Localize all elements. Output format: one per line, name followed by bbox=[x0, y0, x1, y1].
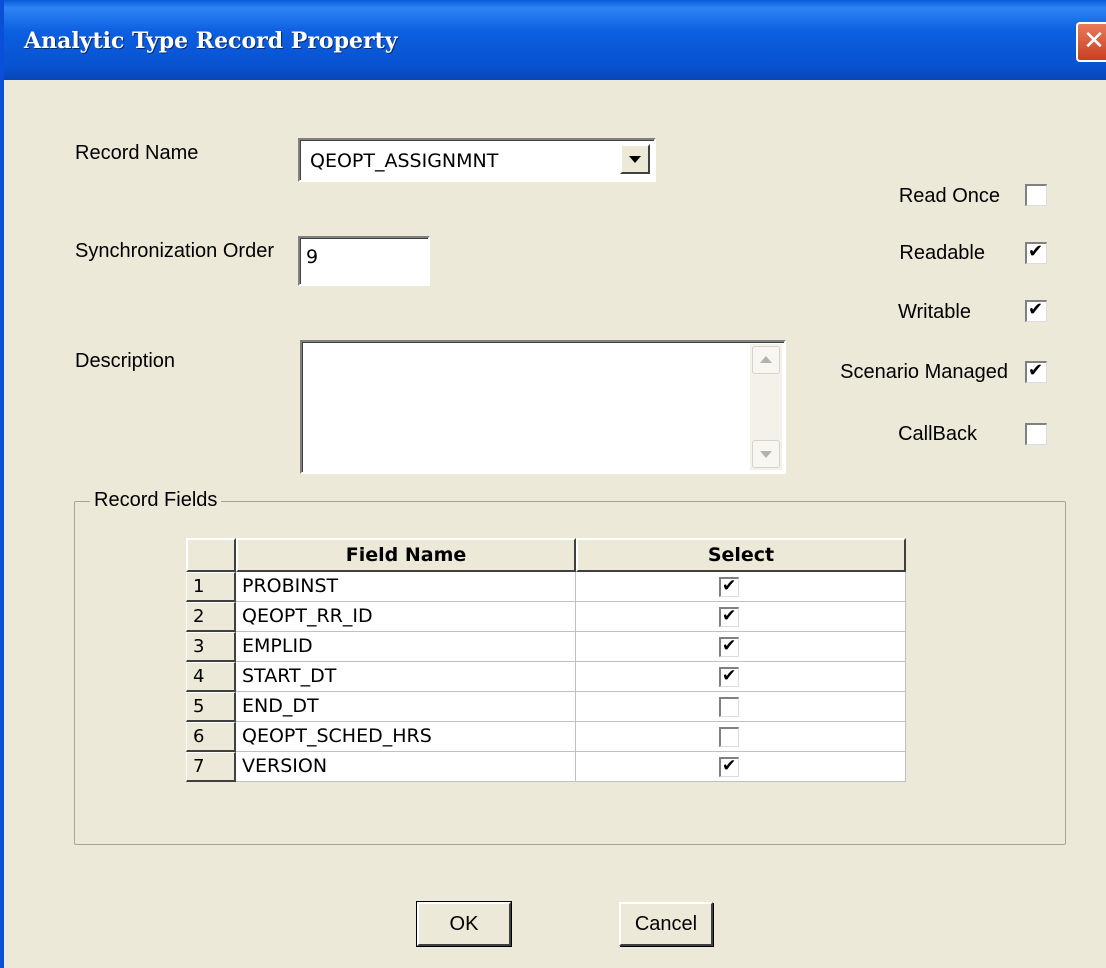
record-name-label: Record Name bbox=[75, 142, 199, 164]
row-number[interactable]: 4 bbox=[186, 662, 236, 692]
readable-label: Readable bbox=[899, 242, 985, 264]
writable-checkbox[interactable] bbox=[1025, 299, 1047, 322]
writable-label: Writable bbox=[898, 301, 971, 323]
select-checkbox[interactable] bbox=[719, 727, 739, 747]
field-name-cell[interactable]: QEOPT_SCHED_HRS bbox=[236, 722, 576, 752]
select-checkbox[interactable] bbox=[719, 606, 739, 627]
record-name-value: QEOPT_ASSIGNMNT bbox=[310, 150, 499, 172]
select-checkbox[interactable] bbox=[719, 666, 739, 687]
sync-order-label: Synchronization Order bbox=[75, 240, 274, 262]
scenario-managed-checkbox[interactable] bbox=[1025, 360, 1047, 383]
row-number[interactable]: 1 bbox=[186, 572, 236, 602]
field-name-cell[interactable]: VERSION bbox=[236, 752, 576, 782]
field-name-cell[interactable]: START_DT bbox=[236, 662, 576, 692]
select-cell bbox=[576, 662, 906, 692]
field-name-cell[interactable]: END_DT bbox=[236, 692, 576, 722]
select-checkbox[interactable] bbox=[719, 756, 739, 777]
select-checkbox[interactable] bbox=[719, 636, 739, 657]
description-textarea[interactable] bbox=[300, 340, 786, 474]
select-cell bbox=[576, 572, 906, 602]
description-scrollbar[interactable] bbox=[750, 344, 782, 470]
read-once-checkbox[interactable] bbox=[1025, 184, 1047, 206]
readable-checkbox[interactable] bbox=[1025, 241, 1047, 264]
field-name-cell[interactable]: PROBINST bbox=[236, 572, 576, 602]
select-checkbox[interactable] bbox=[719, 576, 739, 597]
row-number[interactable]: 7 bbox=[186, 752, 236, 782]
select-cell bbox=[576, 722, 906, 752]
scroll-up-icon[interactable] bbox=[752, 346, 780, 374]
select-cell bbox=[576, 602, 906, 632]
select-cell bbox=[576, 752, 906, 782]
scenario-managed-label: Scenario Managed bbox=[840, 361, 1008, 383]
select-cell bbox=[576, 632, 906, 662]
grid-corner bbox=[186, 538, 236, 572]
select-cell bbox=[576, 692, 906, 722]
read-once-label: Read Once bbox=[898, 185, 1000, 207]
scroll-down-icon[interactable] bbox=[752, 440, 780, 468]
record-fields-label: Record Fields bbox=[90, 489, 222, 512]
record-name-combobox[interactable]: QEOPT_ASSIGNMNT bbox=[298, 138, 656, 182]
title-bar[interactable]: Analytic Type Record Property ✕ bbox=[0, 0, 1106, 80]
row-number[interactable]: 2 bbox=[186, 602, 236, 632]
field-name-cell[interactable]: EMPLID bbox=[236, 632, 576, 662]
ok-button[interactable]: OK bbox=[416, 901, 512, 947]
close-icon[interactable]: ✕ bbox=[1076, 22, 1106, 62]
field-name-cell[interactable]: QEOPT_RR_ID bbox=[236, 602, 576, 632]
window-title: Analytic Type Record Property bbox=[24, 28, 398, 54]
row-number[interactable]: 5 bbox=[186, 692, 236, 722]
sync-order-value: 9 bbox=[306, 246, 319, 268]
callback-checkbox[interactable] bbox=[1025, 423, 1047, 445]
description-label: Description bbox=[75, 350, 176, 372]
cancel-button[interactable]: Cancel bbox=[619, 902, 713, 946]
sync-order-input[interactable]: 9 bbox=[298, 236, 430, 286]
row-number[interactable]: 6 bbox=[186, 722, 236, 752]
callback-label: CallBack bbox=[898, 423, 977, 445]
chevron-down-icon[interactable] bbox=[620, 144, 650, 174]
select-checkbox[interactable] bbox=[719, 697, 739, 717]
column-header-select[interactable]: Select bbox=[576, 538, 906, 572]
row-number[interactable]: 3 bbox=[186, 632, 236, 662]
column-header-field-name[interactable]: Field Name bbox=[236, 538, 576, 572]
